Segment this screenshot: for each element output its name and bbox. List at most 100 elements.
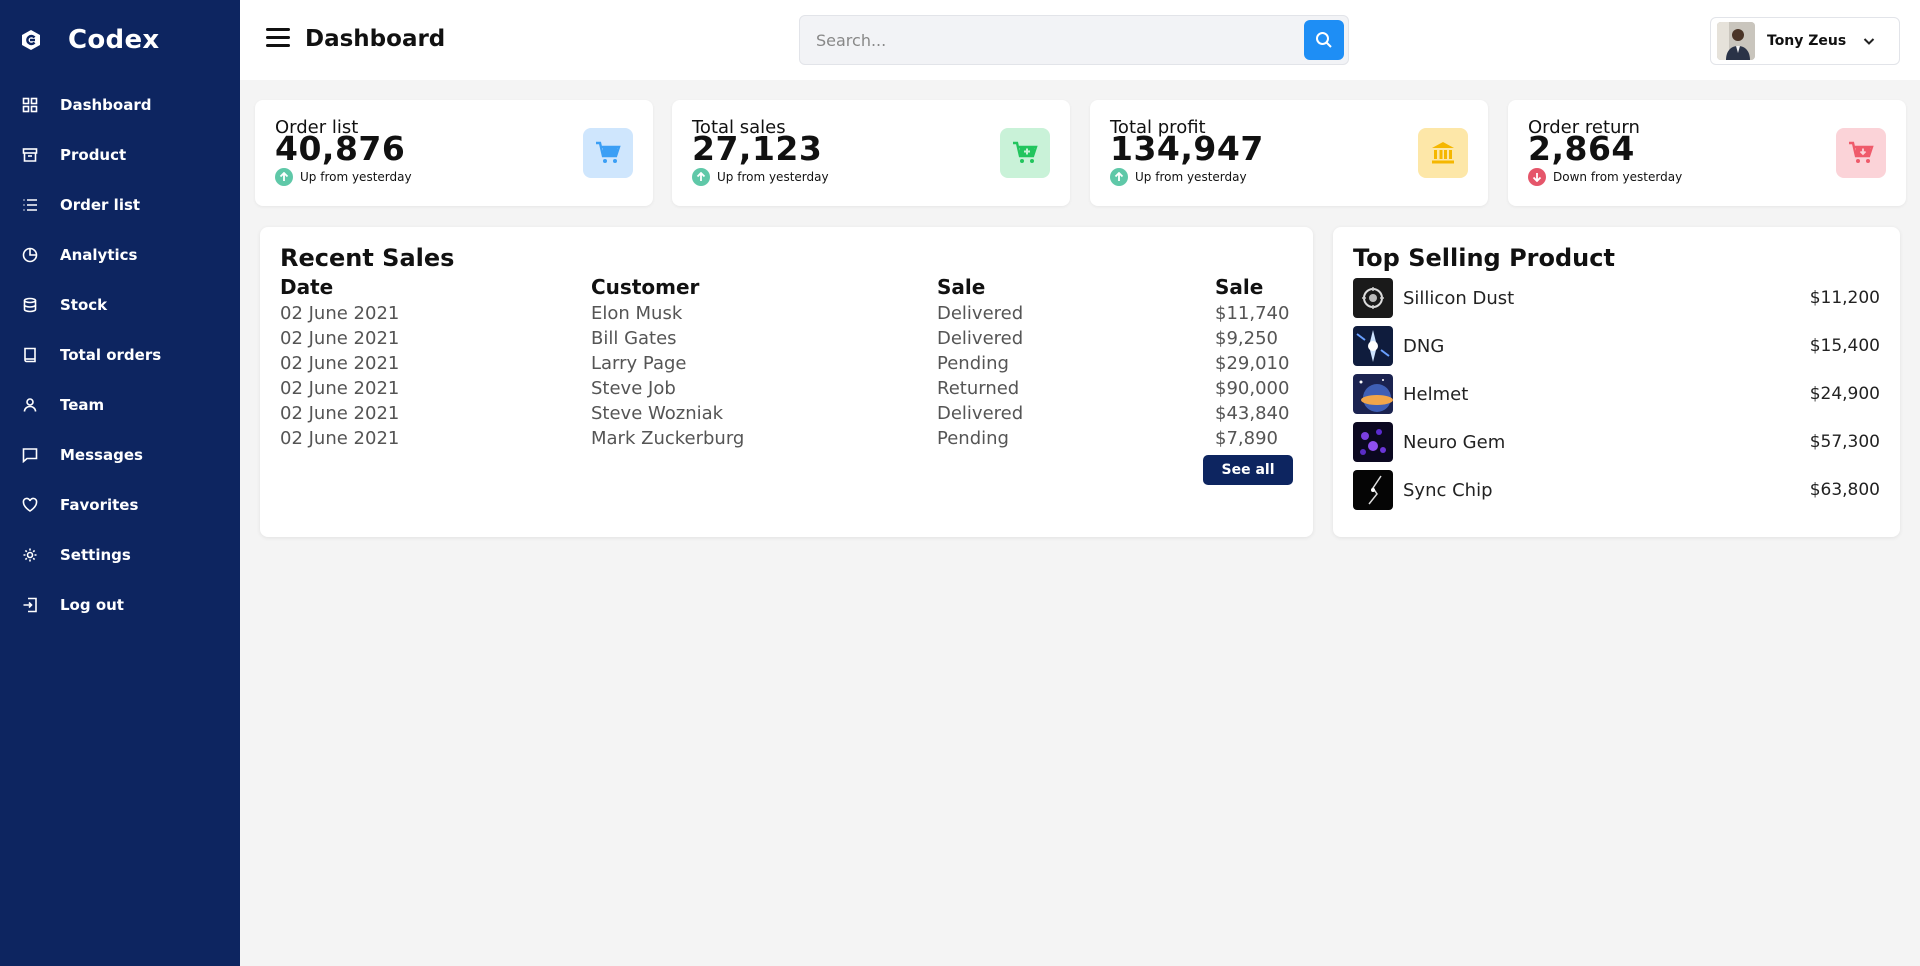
table-header-row: Date Customer Sale Sale: [280, 273, 1295, 301]
cell-amount: $29,010: [1215, 353, 1290, 374]
stat-trend: Up from yesterday: [1110, 168, 1247, 186]
cell-amount: $9,250: [1215, 328, 1278, 349]
cart-plus-icon: [1000, 128, 1050, 178]
sidebar-item-label: Team: [60, 396, 105, 414]
sidebar-item-favorites[interactable]: Favorites: [0, 480, 240, 530]
cell-status: Delivered: [937, 303, 1024, 324]
stat-card-order-list[interactable]: Order list 40,876 Up from yesterday: [255, 100, 653, 206]
sidebar-item-messages[interactable]: Messages: [0, 430, 240, 480]
top-selling-title: Top Selling Product: [1353, 244, 1615, 272]
cart-down-icon: [1836, 128, 1886, 178]
product-name: Sync Chip: [1403, 479, 1493, 501]
archive-icon: [22, 147, 38, 163]
sidebar-item-team[interactable]: Team: [0, 380, 240, 430]
search-input[interactable]: [816, 16, 1286, 64]
product-thumbnail: [1353, 278, 1393, 318]
message-icon: [22, 447, 38, 463]
sidebar-item-label: Favorites: [60, 496, 139, 514]
sidebar-item-order-list[interactable]: Order list: [0, 180, 240, 230]
sidebar-item-analytics[interactable]: Analytics: [0, 230, 240, 280]
product-price: $15,400: [1809, 336, 1880, 356]
stat-card-total-profit[interactable]: Total profit 134,947 Up from yesterday: [1090, 100, 1488, 206]
sidebar-item-label: Messages: [60, 446, 143, 464]
table-row[interactable]: 02 June 2021 Elon Musk Delivered $11,740: [280, 301, 1295, 326]
stat-value: 2,864: [1528, 129, 1635, 168]
hamburger-menu-icon[interactable]: [266, 28, 290, 50]
product-item[interactable]: Neuro Gem $57,300: [1353, 422, 1880, 462]
list-icon: [22, 197, 38, 213]
cell-date: 02 June 2021: [280, 303, 400, 324]
top-header: Dashboard Tony Zeus: [240, 0, 1920, 80]
column-header-customer: Customer: [591, 275, 700, 299]
top-selling-panel: Top Selling Product Sillicon Dust $11,20…: [1333, 227, 1900, 537]
brand-name: Codex: [68, 25, 160, 55]
stat-value: 40,876: [275, 129, 406, 168]
column-header-status: Sale: [937, 275, 986, 299]
see-all-button[interactable]: See all: [1203, 455, 1293, 485]
sidebar-item-total-orders[interactable]: Total orders: [0, 330, 240, 380]
cell-amount: $43,840: [1215, 403, 1290, 424]
sidebar-item-label: Stock: [60, 296, 108, 314]
sidebar-item-settings[interactable]: Settings: [0, 530, 240, 580]
product-price: $63,800: [1809, 480, 1880, 500]
stat-card-order-return[interactable]: Order return 2,864 Down from yesterday: [1508, 100, 1906, 206]
product-item[interactable]: DNG $15,400: [1353, 326, 1880, 366]
gear-icon: [22, 547, 38, 563]
column-header-amount: Sale: [1215, 275, 1264, 299]
search-button[interactable]: [1304, 20, 1344, 60]
stat-trend-text: Up from yesterday: [300, 170, 412, 184]
stat-value: 134,947: [1110, 129, 1264, 168]
cell-customer: Mark Zuckerburg: [591, 428, 745, 449]
cell-status: Pending: [937, 353, 1009, 374]
sidebar-item-log-out[interactable]: Log out: [0, 580, 240, 630]
bank-icon: [1418, 128, 1468, 178]
brand[interactable]: Codex: [0, 0, 240, 80]
stat-trend: Down from yesterday: [1528, 168, 1682, 186]
cell-date: 02 June 2021: [280, 328, 400, 349]
table-row[interactable]: 02 June 2021 Larry Page Pending $29,010: [280, 351, 1295, 376]
product-item[interactable]: Sillicon Dust $11,200: [1353, 278, 1880, 318]
table-row[interactable]: 02 June 2021 Steve Job Returned $90,000: [280, 376, 1295, 401]
arrow-up-icon: [692, 168, 710, 186]
cell-date: 02 June 2021: [280, 428, 400, 449]
search-icon: [1316, 32, 1332, 48]
search-bar: [799, 15, 1349, 65]
avatar: [1717, 22, 1755, 60]
sidebar-nav: Dashboard Product Order list Analytics S…: [0, 80, 240, 630]
stat-card-total-sales[interactable]: Total sales 27,123 Up from yesterday: [672, 100, 1070, 206]
cell-customer: Steve Job: [591, 378, 676, 399]
cell-customer: Steve Wozniak: [591, 403, 724, 424]
sidebar-item-stock[interactable]: Stock: [0, 280, 240, 330]
stat-trend: Up from yesterday: [692, 168, 829, 186]
table-row[interactable]: 02 June 2021 Steve Wozniak Delivered $43…: [280, 401, 1295, 426]
cell-status: Delivered: [937, 328, 1024, 349]
user-icon: [22, 397, 38, 413]
sidebar-item-label: Total orders: [60, 346, 162, 364]
recent-sales-table: Date Customer Sale Sale 02 June 2021 Elo…: [280, 273, 1295, 451]
logout-icon: [22, 597, 38, 613]
product-price: $57,300: [1809, 432, 1880, 452]
cell-amount: $11,740: [1215, 303, 1290, 324]
sidebar-item-label: Product: [60, 146, 127, 164]
recent-sales-title: Recent Sales: [280, 244, 455, 272]
stat-trend-text: Up from yesterday: [717, 170, 829, 184]
product-name: Sillicon Dust: [1403, 287, 1515, 309]
cart-icon: [583, 128, 633, 178]
page-title: Dashboard: [305, 26, 446, 52]
cell-date: 02 June 2021: [280, 353, 400, 374]
sidebar-item-dashboard[interactable]: Dashboard: [0, 80, 240, 130]
table-row[interactable]: 02 June 2021 Mark Zuckerburg Pending $7,…: [280, 426, 1295, 451]
codex-logo-icon: [22, 30, 40, 50]
cell-amount: $90,000: [1215, 378, 1290, 399]
arrow-up-icon: [275, 168, 293, 186]
database-icon: [22, 297, 38, 313]
sidebar-item-product[interactable]: Product: [0, 130, 240, 180]
product-item[interactable]: Helmet $24,900: [1353, 374, 1880, 414]
table-row[interactable]: 02 June 2021 Bill Gates Delivered $9,250: [280, 326, 1295, 351]
product-item[interactable]: Sync Chip $63,800: [1353, 470, 1880, 510]
user-menu[interactable]: Tony Zeus: [1710, 17, 1900, 65]
sidebar-item-label: Dashboard: [60, 96, 152, 114]
recent-sales-panel: Recent Sales Date Customer Sale Sale 02 …: [260, 227, 1313, 537]
product-thumbnail: [1353, 422, 1393, 462]
sidebar-item-label: Settings: [60, 546, 131, 564]
